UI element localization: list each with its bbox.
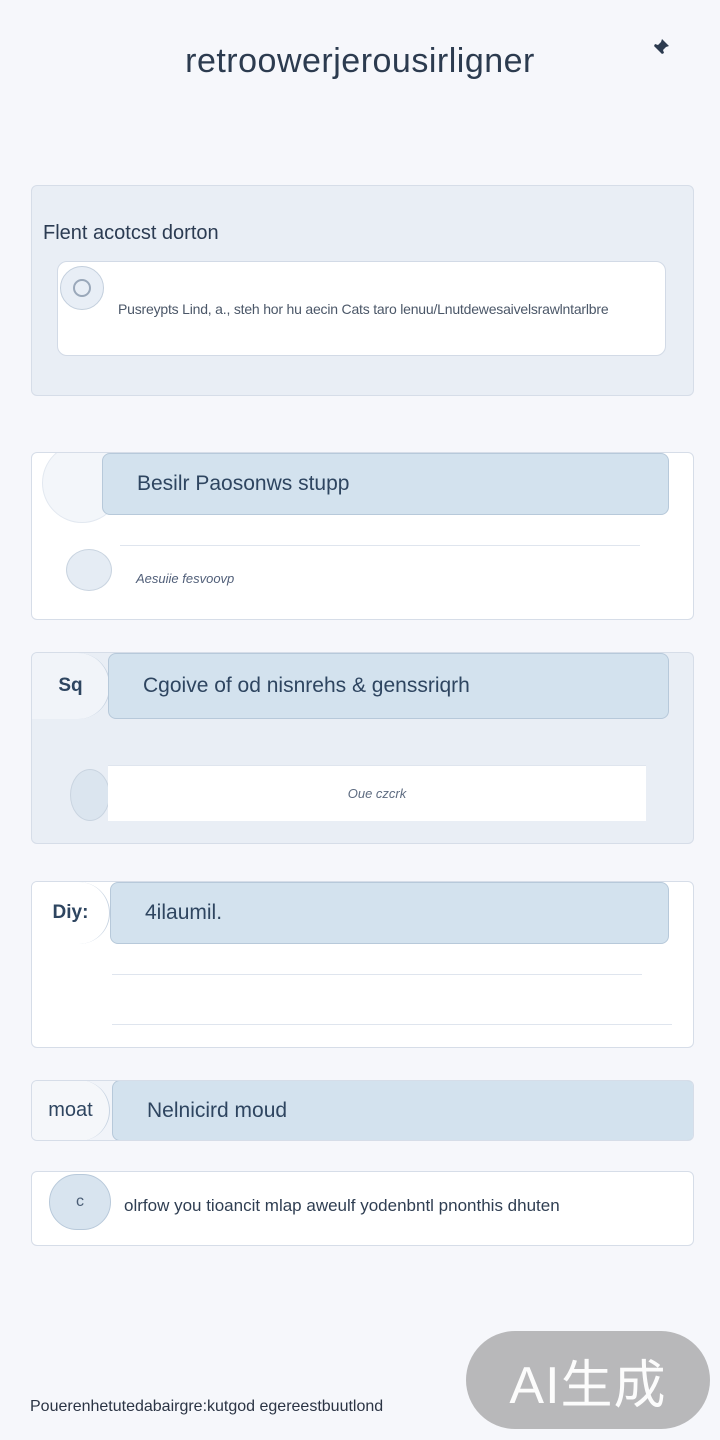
message-card: c olrfow you tioancit mlap aweulf yodenb… bbox=[31, 1171, 694, 1246]
pin-icon-svg bbox=[654, 39, 669, 54]
section-title: Flent acotcst dorton bbox=[43, 222, 219, 244]
details-card: Diy: 4ilaumil. bbox=[31, 881, 694, 1048]
pin-icon[interactable] bbox=[650, 36, 672, 58]
setup-subtext: Aesuiie fesvoovp bbox=[136, 571, 235, 586]
config-field[interactable]: Oue czcrk bbox=[108, 765, 646, 821]
footer-text: Pouerenhetutedabairgre:kutgod egereestbu… bbox=[30, 1398, 384, 1415]
config-band[interactable]: Cgoive of od nisnrehs & genssriqrh bbox=[108, 653, 669, 719]
watermark-badge: AI生成 bbox=[466, 1331, 710, 1429]
divider bbox=[112, 1024, 672, 1025]
setup-band[interactable]: Besilr Paosonws stupp bbox=[102, 453, 669, 515]
divider bbox=[120, 545, 640, 546]
details-band[interactable]: 4ilaumil. bbox=[110, 882, 669, 944]
account-card: Flent acotcst dorton Pusreypts Lind, a.,… bbox=[31, 185, 694, 396]
mode-tab[interactable]: moat bbox=[32, 1081, 110, 1140]
avatar-blob bbox=[66, 549, 112, 591]
header: retroowerjerousirligner bbox=[0, 0, 720, 120]
details-tab[interactable]: Diy: bbox=[32, 882, 110, 944]
divider bbox=[112, 974, 642, 975]
config-tab[interactable]: Sq bbox=[32, 653, 110, 719]
description-input[interactable]: Pusreypts Lind, a., steh hor hu aecin Ca… bbox=[57, 261, 666, 356]
avatar-blob bbox=[70, 769, 110, 821]
mode-band[interactable]: Nelnicird moud bbox=[112, 1081, 693, 1140]
chat-icon[interactable]: c bbox=[49, 1174, 111, 1230]
circle-icon bbox=[60, 266, 104, 310]
setup-card: Besilr Paosonws stupp Aesuiie fesvoovp bbox=[31, 452, 694, 620]
page-title: retroowerjerousirligner bbox=[185, 42, 535, 80]
message-text: olrfow you tioancit mlap aweulf yodenbnt… bbox=[124, 1196, 560, 1215]
config-card: Sq Cgoive of od nisnrehs & genssriqrh Ou… bbox=[31, 652, 694, 844]
mode-card: moat Nelnicird moud bbox=[31, 1080, 694, 1141]
